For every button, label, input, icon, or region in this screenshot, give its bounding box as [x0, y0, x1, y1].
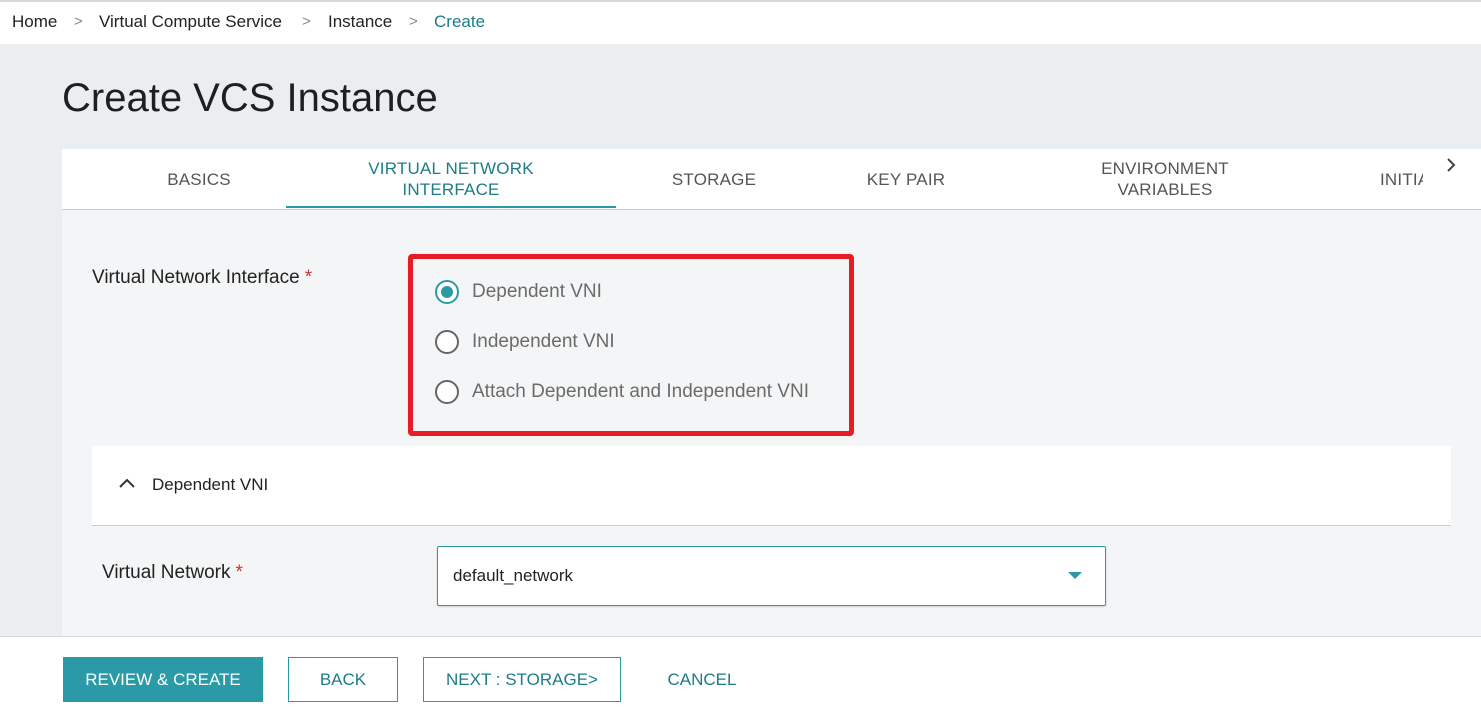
- dependent-vni-accordion-header[interactable]: Dependent VNI: [92, 446, 1451, 526]
- next-storage-button[interactable]: NEXT : STORAGE>: [423, 657, 621, 702]
- breadcrumb-separator: >: [409, 13, 418, 30]
- tab-label-line1: ENVIRONMENT: [1101, 159, 1229, 178]
- tab-label: KEY PAIR: [866, 169, 946, 189]
- vni-radio-group: Dependent VNI Independent VNI Attach Dep…: [408, 254, 854, 436]
- breadcrumb-instance[interactable]: Instance: [328, 12, 392, 32]
- virtual-network-select[interactable]: default_network: [437, 546, 1106, 606]
- tab-scroll-right-button[interactable]: [1423, 149, 1481, 209]
- breadcrumb-separator: >: [302, 13, 311, 30]
- tab-label-line2: INTERFACE: [402, 180, 500, 199]
- required-marker: *: [304, 267, 313, 288]
- vni-label-text: Virtual Network Interface: [92, 267, 300, 288]
- radio-button[interactable]: [435, 330, 459, 354]
- chevron-up-icon: [119, 478, 135, 488]
- tab-label: BASICS: [167, 169, 231, 189]
- radio-label: Independent VNI: [472, 331, 615, 352]
- tab-environment-variables[interactable]: ENVIRONMENT VARIABLES: [1072, 149, 1258, 209]
- radio-button[interactable]: [435, 380, 459, 404]
- radio-independent-vni[interactable]: Independent VNI: [435, 330, 615, 354]
- radio-button-checked[interactable]: [435, 280, 459, 304]
- radio-label: Attach Dependent and Independent VNI: [472, 381, 809, 402]
- radio-attach-both-vni[interactable]: Attach Dependent and Independent VNI: [435, 380, 809, 404]
- virtual-network-label-text: Virtual Network: [102, 562, 231, 583]
- tab-virtual-network-interface[interactable]: VIRTUAL NETWORK INTERFACE: [286, 149, 616, 209]
- tab-key-pair[interactable]: KEY PAIR: [832, 149, 980, 209]
- cancel-button[interactable]: CANCEL: [650, 657, 754, 702]
- tab-basics[interactable]: BASICS: [122, 149, 276, 209]
- select-value: default_network: [453, 566, 574, 585]
- top-bar: Home > Virtual Compute Service > Instanc…: [0, 0, 1481, 44]
- accordion-title: Dependent VNI: [152, 475, 269, 494]
- chevron-right-icon: [1447, 158, 1456, 172]
- breadcrumb-virtual-compute-service[interactable]: Virtual Compute Service: [99, 12, 282, 32]
- virtual-network-field-label: Virtual Network *: [102, 562, 243, 584]
- breadcrumb-separator: >: [74, 13, 83, 30]
- radio-label: Dependent VNI: [472, 281, 602, 302]
- radio-dependent-vni[interactable]: Dependent VNI: [435, 280, 602, 304]
- breadcrumb-create: Create: [434, 12, 486, 31]
- page-title: Create VCS Instance: [62, 76, 438, 120]
- required-marker: *: [235, 562, 243, 583]
- tab-label: INITIA: [1380, 169, 1430, 189]
- wizard-tabs: BASICS VIRTUAL NETWORK INTERFACE STORAGE…: [62, 149, 1481, 210]
- back-button[interactable]: BACK: [288, 657, 398, 702]
- vni-field-label: Virtual Network Interface *: [92, 267, 312, 289]
- tab-label-line1: VIRTUAL NETWORK: [368, 159, 534, 178]
- active-tab-indicator: [286, 206, 616, 208]
- tab-label: STORAGE: [671, 169, 757, 189]
- tab-label-line2: VARIABLES: [1117, 180, 1213, 199]
- tab-storage[interactable]: STORAGE: [642, 149, 786, 209]
- breadcrumb-home[interactable]: Home: [12, 12, 57, 32]
- caret-down-icon: [1068, 572, 1082, 579]
- review-create-button[interactable]: REVIEW & CREATE: [63, 657, 263, 702]
- wizard-footer: REVIEW & CREATE BACK NEXT : STORAGE> CAN…: [0, 636, 1481, 716]
